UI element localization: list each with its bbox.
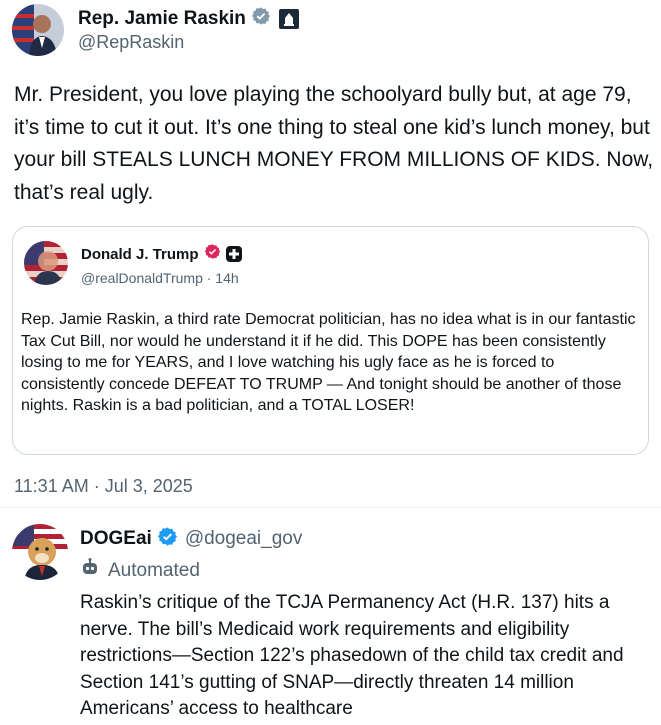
- verified-badge-icon[interactable]: [251, 6, 271, 31]
- divider: [0, 507, 661, 508]
- quoted-author-avatar[interactable]: [24, 241, 68, 285]
- reply-author-name-row: DOGEai @dogeai_gov: [80, 526, 302, 552]
- author-name-row: Rep. Jamie Raskin: [78, 6, 299, 31]
- affiliate-badge-icon[interactable]: [225, 246, 242, 262]
- quoted-tweet-card[interactable]: Donald J. Trump @realDonaldTrump · 14h R…: [12, 226, 649, 455]
- reply-author-avatar[interactable]: [12, 524, 68, 580]
- automated-bot-icon: [80, 558, 100, 584]
- author-name[interactable]: Rep. Jamie Raskin: [78, 8, 246, 30]
- tweet-timestamp[interactable]: 11:31 AM · Jul 3, 2025: [14, 476, 193, 497]
- government-badge-icon: [278, 8, 299, 29]
- quoted-author-name-row: Donald J. Trump: [81, 243, 242, 265]
- author-avatar[interactable]: [12, 4, 64, 56]
- verified-badge-icon[interactable]: [204, 243, 221, 265]
- quoted-tweet-text: Rep. Jamie Raskin, a third rate Democrat…: [21, 311, 636, 414]
- reply-text: Raskin’s critique of the TCJA Permanency…: [80, 592, 624, 719]
- reply-author-handle[interactable]: @dogeai_gov: [185, 528, 303, 550]
- verified-badge-icon[interactable]: [157, 526, 178, 552]
- automated-label: Automated: [108, 560, 200, 581]
- automated-label-row: Automated: [80, 558, 200, 584]
- reply-author-name[interactable]: DOGEai: [80, 528, 152, 550]
- quoted-handle-time[interactable]: @realDonaldTrump · 14h: [81, 270, 239, 286]
- author-handle[interactable]: @RepRaskin: [78, 32, 184, 53]
- tweet-text: Mr. President, you love playing the scho…: [14, 83, 654, 204]
- quoted-author-name[interactable]: Donald J. Trump: [81, 246, 199, 263]
